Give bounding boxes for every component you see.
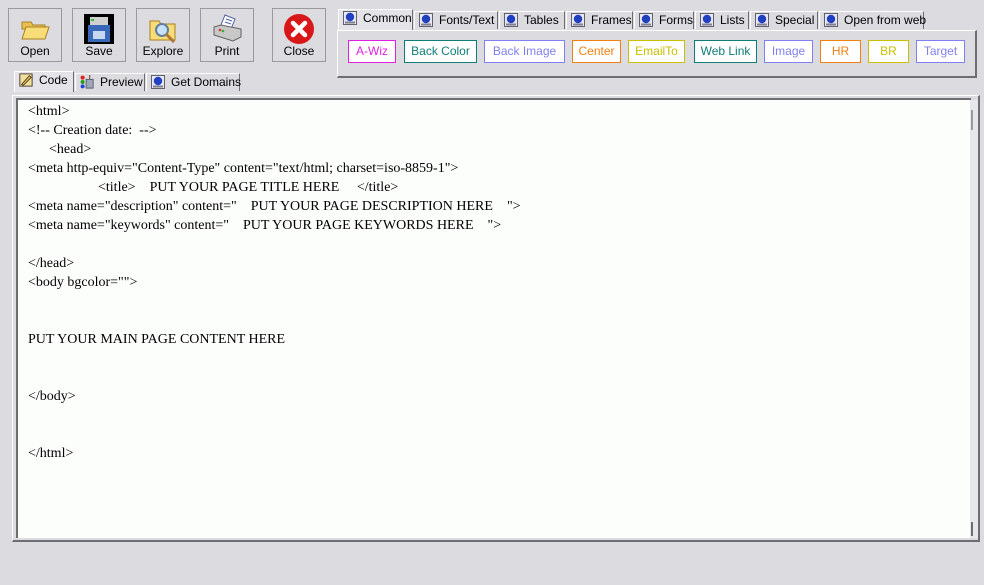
printer-icon [213, 14, 242, 42]
code-line: <meta name="description" content=" PUT Y… [28, 199, 521, 214]
target-label: Target [923, 44, 958, 58]
print-button[interactable]: Print [200, 8, 254, 62]
code-line: </head> [28, 256, 75, 271]
tab-get-domains-label: Get Domains [171, 75, 242, 89]
back-image-label: Back Image [492, 44, 557, 58]
tab-preview-label: Preview [100, 75, 143, 89]
tab-lists[interactable]: Lists [695, 11, 749, 29]
code-line: <title> PUT YOUR PAGE TITLE HERE </title… [28, 180, 399, 195]
save-label: Save [85, 44, 113, 58]
code-line: <html> [28, 104, 70, 119]
common-tag-panel: A-Wiz Back Color Back Image Center Email… [337, 30, 977, 78]
hr-button[interactable]: HR [820, 40, 861, 63]
br-button[interactable]: BR [868, 40, 909, 63]
target-button[interactable]: Target [916, 40, 965, 63]
tab-get-domains[interactable]: Get Domains [146, 73, 242, 91]
br-label: BR [880, 44, 897, 58]
tab-fonts-text[interactable]: Fonts/Text [414, 11, 498, 29]
pencil-note-icon [19, 73, 33, 87]
tab-open-from-web-label: Open from web [844, 13, 927, 27]
tab-code[interactable]: Code [14, 71, 74, 92]
explore-label: Explore [142, 44, 184, 58]
html-globe-icon [639, 13, 653, 27]
explore-button[interactable]: Explore [136, 8, 190, 62]
tab-common-label: Common [363, 11, 412, 25]
code-line: <meta http-equiv="Content-Type" content=… [28, 161, 459, 176]
code-line: </html> [28, 446, 74, 461]
html-globe-icon [419, 13, 433, 27]
back-color-label: Back Color [411, 44, 470, 58]
tab-fonts-text-label: Fonts/Text [439, 13, 495, 27]
vertical-scrollbar[interactable] [969, 100, 978, 538]
code-line: PUT YOUR MAIN PAGE CONTENT HERE [28, 332, 286, 347]
close-x-icon [284, 14, 314, 44]
editor-frame: <html> <!-- Creation date: --> <head> <met… [12, 95, 980, 542]
scrollbar-end [971, 522, 973, 536]
scrollbar-thumb[interactable] [971, 110, 973, 130]
html-globe-icon [571, 13, 585, 27]
center-label: Center [578, 44, 615, 58]
tab-special-label: Special [775, 13, 815, 27]
back-color-button[interactable]: Back Color [404, 40, 477, 63]
html-globe-icon [504, 13, 518, 27]
save-button[interactable]: Save [72, 8, 126, 62]
open-label: Open [20, 44, 50, 58]
tab-forms-label: Forms [659, 13, 693, 27]
code-line: <head> [28, 142, 92, 157]
a-wiz-button[interactable]: A-Wiz [348, 40, 396, 63]
a-wiz-label: A-Wiz [356, 44, 388, 58]
email-to-label: EmailTo [635, 44, 678, 58]
code-editor[interactable]: <html> <!-- Creation date: --> <head> <met… [16, 98, 978, 538]
html-globe-icon [700, 13, 714, 27]
preview-paint-icon [80, 75, 94, 89]
code-line: <body bgcolor=""> [28, 275, 138, 290]
code-line: </body> [28, 389, 76, 404]
web-link-button[interactable]: Web Link [694, 40, 757, 63]
tab-common[interactable]: Common [338, 9, 413, 30]
html-globe-icon [151, 75, 165, 89]
tab-code-label: Code [39, 73, 68, 87]
close-button[interactable]: Close [272, 8, 326, 62]
tab-frames-label: Frames [591, 13, 632, 27]
code-line: <!-- Creation date: --> [28, 123, 157, 138]
tab-open-from-web[interactable]: Open from web [819, 11, 927, 29]
tab-preview[interactable]: Preview [75, 73, 145, 91]
center-button[interactable]: Center [572, 40, 621, 63]
print-label: Print [214, 44, 240, 58]
tab-special[interactable]: Special [750, 11, 818, 29]
hr-label: HR [831, 44, 850, 58]
tab-tables[interactable]: Tables [499, 11, 565, 29]
close-label: Close [283, 44, 315, 58]
open-button[interactable]: Open [8, 8, 62, 62]
folder-open-icon [21, 21, 50, 40]
html-globe-icon [824, 13, 838, 27]
html-globe-icon [343, 11, 357, 25]
back-image-button[interactable]: Back Image [484, 40, 565, 63]
image-label: Image [771, 44, 806, 58]
tab-tables-label: Tables [524, 13, 559, 27]
code-line: <meta name="keywords" content=" PUT YOUR… [28, 218, 502, 233]
image-button[interactable]: Image [764, 40, 813, 63]
tab-lists-label: Lists [720, 13, 745, 27]
email-to-button[interactable]: EmailTo [628, 40, 685, 63]
web-link-label: Web Link [700, 44, 751, 58]
html-globe-icon [755, 13, 769, 27]
folder-search-icon [149, 20, 176, 44]
tab-forms[interactable]: Forms [634, 11, 694, 29]
floppy-disk-icon [84, 14, 114, 44]
tab-frames[interactable]: Frames [566, 11, 633, 29]
